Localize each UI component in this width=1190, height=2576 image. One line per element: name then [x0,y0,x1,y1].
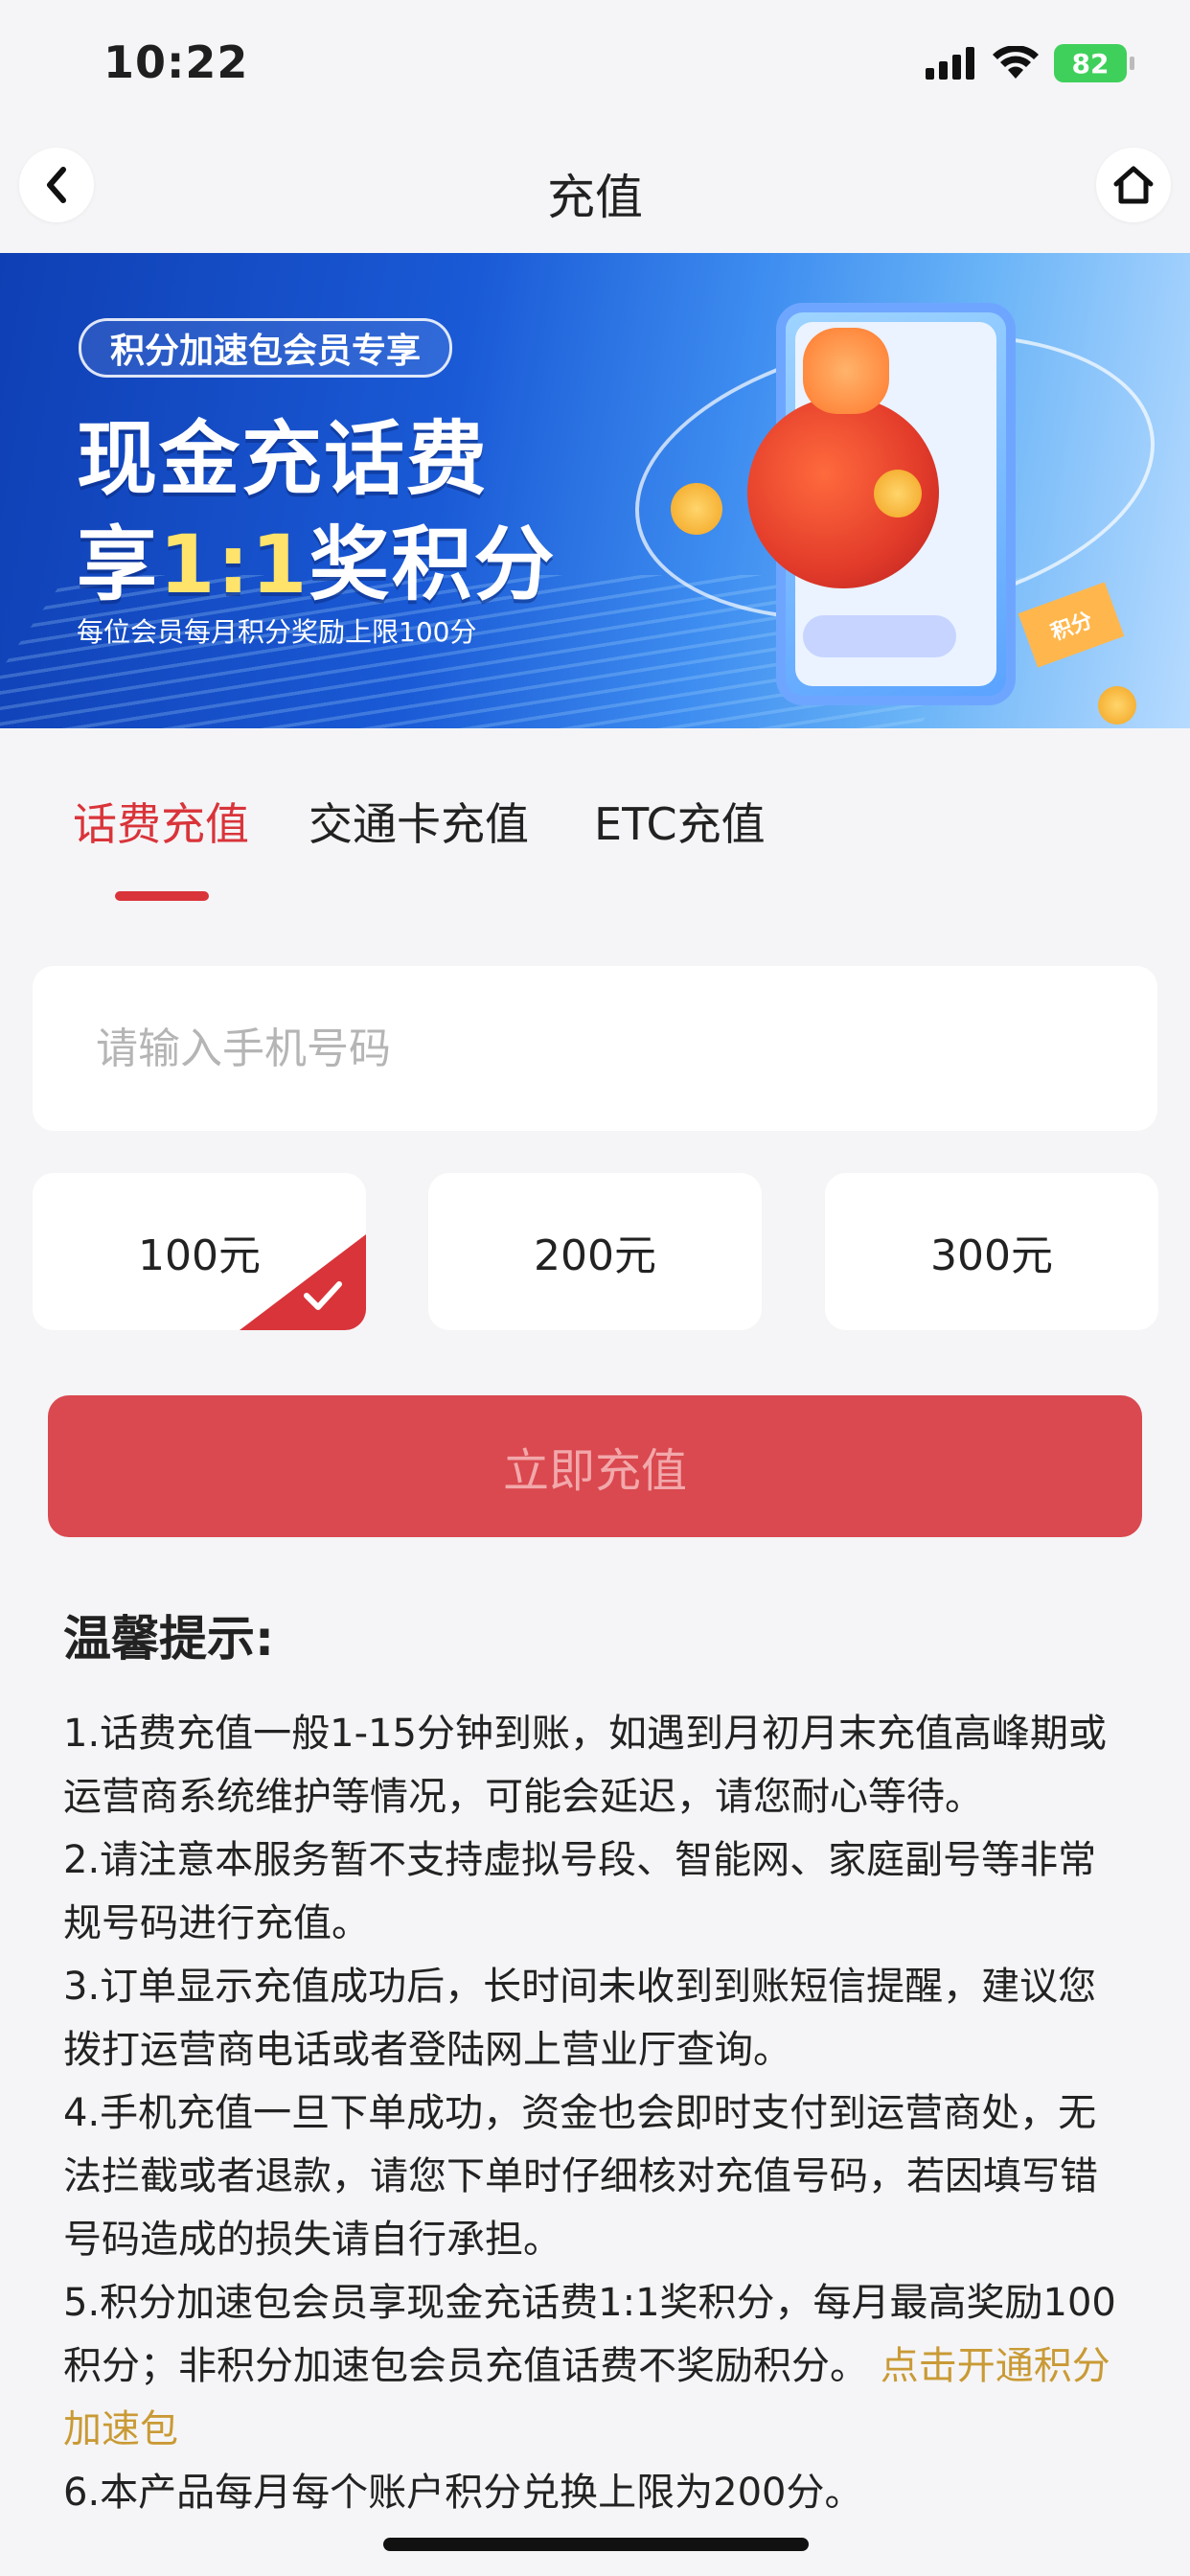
tips-section: 温馨提示: 1.话费充值一般1-15分钟到账，如遇到月初月末充值高峰期或运营商系… [63,1600,1127,2524]
tip-item: 2.请注意本服务暂不支持虚拟号段、智能网、家庭副号等非常规号码进行充值。 [63,1838,1097,1945]
coin-icon [874,470,922,518]
banner-search-pill [803,615,956,657]
battery-level: 82 [1071,47,1110,80]
banner-note: 每位会员每月积分奖励上限100分 [77,616,477,648]
recharge-now-button[interactable]: 立即充值 [48,1395,1142,1537]
banner-badge: 积分加速包会员专享 [79,318,453,378]
amount-label: 300元 [930,1231,1053,1280]
banner-headline-2: 享1:1奖积分 [77,500,557,616]
tips-title: 温馨提示: [63,1611,274,1667]
banner-headline-2-suffix: 奖积分 [309,518,557,611]
banner-headline-2-prefix: 享 [77,518,160,611]
amount-label: 200元 [534,1231,656,1280]
checkmark-icon [304,1281,342,1310]
banner-headline-1: 现金充话费 [77,412,490,506]
tab-etc[interactable]: ETC充值 [594,790,766,853]
recharge-tabs: 话费充值 交通卡充值 ETC充值 [0,728,1190,968]
battery-icon: 82 [1054,44,1134,82]
promo-banner[interactable]: 积分 积分加速包会员专享 现金充话费 享1:1奖积分 每位会员每月积分奖励上限1… [0,253,1190,728]
banner-gift-bow [803,328,889,414]
amount-option-200[interactable]: 200元 [428,1173,762,1330]
nav-bar: 充值 [0,125,1190,253]
wifi-icon [993,46,1039,79]
tab-active-indicator [115,891,209,901]
banner-headline-ratio: 1:1 [159,518,309,611]
tab-phone-bill[interactable]: 话费充值 [73,790,249,853]
cellular-signal-icon [926,47,974,80]
page-title: 充值 [547,170,643,225]
home-icon [1113,166,1154,204]
amount-option-100[interactable]: 100元 [33,1173,366,1330]
amount-option-300[interactable]: 300元 [825,1173,1158,1330]
coin-icon [671,483,722,535]
tip-item: 1.话费充值一般1-15分钟到账，如遇到月初月末充值高峰期或运营商系统维护等情况… [63,1712,1107,1819]
status-time: 10:22 [103,36,249,88]
status-icons: 82 [926,44,1134,82]
tip-item: 6.本产品每月每个账户积分兑换上限为200分。 [63,2471,863,2515]
tab-transit-card[interactable]: 交通卡充值 [309,790,529,853]
tip-item: 3.订单显示充值成功后，长时间未收到到账短信提醒，建议您拨打运营商电话或者登陆网… [63,1965,1097,2072]
tip-item: 4.手机充值一旦下单成功，资金也会即时支付到运营商处，无法拦截或者退款，请您下单… [63,2091,1098,2262]
coin-icon [1098,686,1136,724]
phone-number-input[interactable] [33,966,1157,1131]
status-bar: 10:22 82 [0,0,1190,125]
tip-item: 5.积分加速包会员享现金充话费1:1奖积分，每月最高奖励100积分；非积分加速包… [63,2271,1127,2461]
banner-points-ticket: 积分 [1018,582,1125,668]
home-indicator [383,2538,809,2551]
home-button[interactable] [1096,148,1171,222]
